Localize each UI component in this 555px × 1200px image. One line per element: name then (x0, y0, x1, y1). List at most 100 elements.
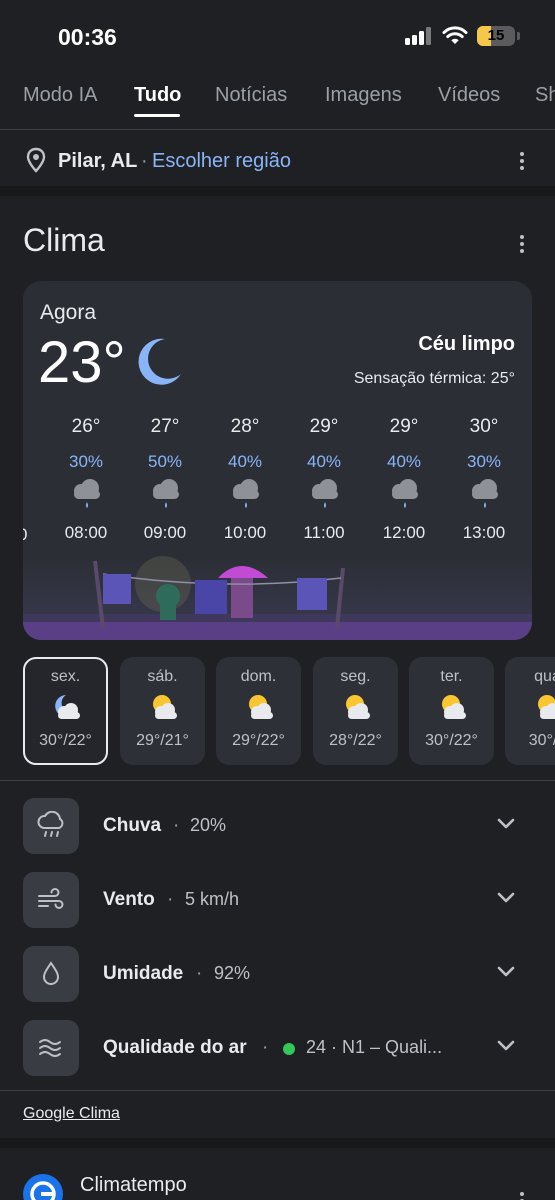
hourly-temp: 30° (469, 416, 499, 437)
detail-label: Vento (103, 889, 155, 910)
hourly-precip: 40% (386, 452, 422, 471)
day-card[interactable]: dom. 29°/22° (216, 657, 301, 765)
rain-icon (37, 811, 64, 837)
location-separator: · (141, 150, 148, 172)
daily-overflow-clip: qua 30°/2 (505, 657, 555, 765)
air-quality-icon (39, 1039, 61, 1057)
climatempo-logo-icon (23, 1174, 63, 1200)
location-more-icon[interactable] (519, 150, 525, 172)
sun-cloud-icon (441, 695, 466, 719)
moon-icon (138, 338, 181, 385)
hourly-temp: 29° (309, 416, 339, 437)
hourly-time: 11:00 (303, 523, 345, 542)
hourly-time: 12:00 (382, 523, 426, 542)
rain-cloud-icon (233, 479, 259, 508)
air-quality-status-dot (283, 1043, 295, 1055)
choose-region-link[interactable]: Escolher região (152, 150, 291, 173)
rain-cloud-icon (153, 479, 179, 508)
status-bar: 00:36 15 (0, 0, 555, 70)
hourly-item: 30° 30% 13:00 (449, 416, 519, 543)
sun-cloud-icon (248, 695, 273, 719)
detail-icon-box (23, 1020, 79, 1076)
day-card[interactable]: seg. 28°/22° (313, 657, 398, 765)
tab-videos[interactable]: Vídeos (438, 84, 500, 107)
hourly-item: 29° 40% 11:00 (289, 416, 359, 543)
day-name: qua (534, 668, 555, 685)
hourly-temp: 26° (71, 416, 101, 437)
now-label: Agora (40, 301, 97, 324)
battery-icon: 15 (477, 26, 515, 46)
day-name: sáb. (147, 668, 178, 685)
chevron-down-icon (497, 818, 515, 829)
sun-cloud-icon (152, 695, 177, 719)
hourly-time: 08:00 (64, 523, 108, 542)
detail-row-rain[interactable]: Chuva · 20% (0, 798, 555, 856)
tab-news[interactable]: Notícias (215, 84, 287, 107)
sun-cloud-icon (345, 695, 370, 719)
section-divider (0, 186, 555, 196)
droplet-icon (42, 961, 60, 985)
divider (0, 1090, 555, 1091)
day-card[interactable]: sáb. 29°/21° (120, 657, 205, 765)
day-name: sex. (50, 668, 81, 685)
wifi-icon (442, 26, 468, 44)
hourly-temp: 29° (389, 416, 419, 437)
weather-scene-illustration (23, 556, 532, 640)
chevron-down-icon (497, 966, 515, 977)
search-tabs: Modo IA Tudo Notícias Imagens Vídeos Sh (0, 72, 555, 130)
battery-level: 15 (487, 27, 505, 44)
hourly-item: 29° 40% 12:00 (369, 416, 439, 543)
hourly-temp: 27° (150, 416, 180, 437)
divider (0, 780, 555, 781)
detail-separator: · (173, 815, 180, 836)
hourly-precip: 50% (147, 452, 183, 471)
detail-row-wind[interactable]: Vento · 5 km/h (0, 872, 555, 930)
tab-images[interactable]: Imagens (325, 84, 402, 107)
google-weather-link[interactable]: Google Clima (23, 1105, 120, 1123)
rain-cloud-icon (472, 479, 498, 508)
feels-like-text: Sensação térmica: 25° (353, 370, 515, 387)
hourly-edge-label: 0 (23, 525, 27, 545)
hourly-item: 27° 50% 09:00 (130, 416, 200, 543)
detail-label: Qualidade do ar (103, 1037, 247, 1058)
sun-cloud-icon (537, 695, 555, 719)
detail-separator: · (196, 963, 203, 984)
rain-cloud-icon (312, 479, 338, 508)
weather-more-icon[interactable] (519, 233, 525, 255)
detail-value: 5 km/h (185, 889, 240, 909)
search-result-climatempo[interactable]: Climatempo (0, 1148, 555, 1200)
detail-separator: · (262, 1037, 269, 1058)
detail-value: 92% (214, 963, 251, 983)
hourly-time: 13:00 (462, 523, 506, 542)
hourly-precip: 30% (466, 452, 502, 471)
location-pin-icon (26, 147, 46, 173)
hourly-temp: 28° (230, 416, 260, 437)
cellular-signal-icon (405, 27, 433, 45)
tab-shopping[interactable]: Sh (535, 84, 555, 107)
detail-row-humidity[interactable]: Umidade · 92% (0, 946, 555, 1004)
detail-separator: · (167, 889, 174, 910)
day-card[interactable]: qua 30°/2 (505, 657, 555, 765)
day-name: dom. (240, 668, 277, 685)
day-range: 28°/22° (329, 732, 382, 749)
result-more-icon[interactable] (519, 1190, 525, 1200)
detail-icon-box (23, 798, 79, 854)
hourly-time: 09:00 (143, 523, 187, 542)
day-card[interactable]: ter. 30°/22° (409, 657, 494, 765)
day-range: 30°/22° (425, 732, 478, 749)
rain-cloud-icon (392, 479, 418, 508)
hourly-time: 10:00 (223, 523, 267, 542)
day-range: 30°/2 (528, 732, 555, 749)
detail-row-air-quality[interactable]: Qualidade do ar · 24 · N1 – Quali... (0, 1020, 555, 1078)
condition-text: Céu limpo (418, 333, 515, 355)
hourly-item: 28° 40% 10:00 (210, 416, 280, 543)
section-divider (0, 1138, 555, 1148)
result-title[interactable]: Climatempo (80, 1174, 187, 1197)
tab-ai-mode[interactable]: Modo IA (23, 84, 97, 107)
tab-all[interactable]: Tudo (134, 84, 181, 107)
status-time: 00:36 (58, 24, 117, 50)
active-tab-indicator (134, 114, 180, 117)
rain-cloud-icon (74, 479, 100, 508)
day-card-selected[interactable]: sex. 30°/22° (23, 657, 108, 765)
current-temperature: 23° (38, 330, 126, 395)
